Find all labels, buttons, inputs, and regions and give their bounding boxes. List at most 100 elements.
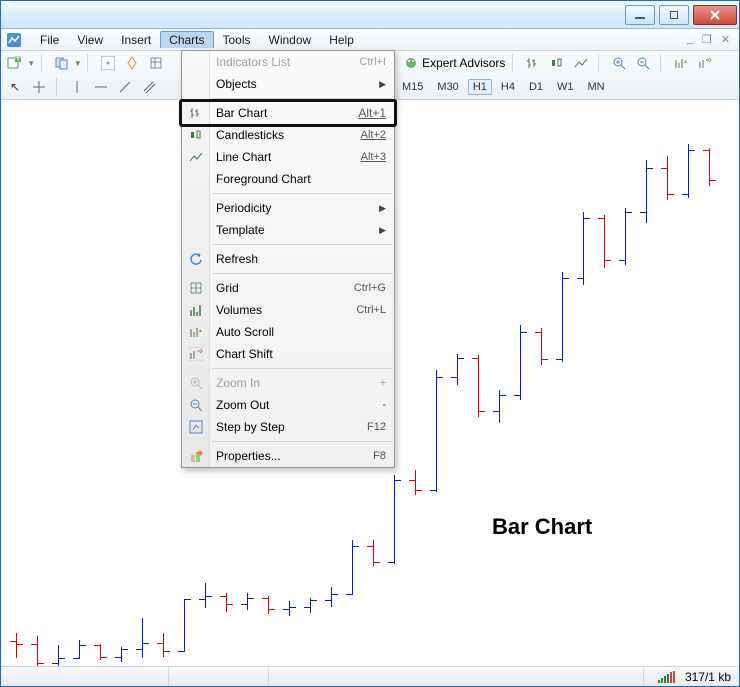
ohlc-bar xyxy=(136,100,150,665)
timeframe-h1[interactable]: H1 xyxy=(468,79,492,95)
profiles-icon[interactable] xyxy=(52,53,72,73)
crosshair-icon[interactable] xyxy=(29,77,49,97)
ohlc-bar xyxy=(619,100,633,665)
ohlc-bar xyxy=(31,100,45,665)
horizontal-line-icon[interactable] xyxy=(91,77,111,97)
grid-icon xyxy=(182,281,210,295)
statusbar: 317/1 kb xyxy=(1,666,739,686)
ohlc-bar xyxy=(514,100,528,665)
bar-chart-icon xyxy=(182,106,210,120)
timeframe-d1[interactable]: D1 xyxy=(524,79,548,95)
highlight-box xyxy=(179,99,397,127)
zoom-in-icon xyxy=(182,376,210,390)
expert-advisors-button[interactable]: Expert Advisors xyxy=(404,56,505,70)
properties-icon xyxy=(182,449,210,463)
ohlc-bar xyxy=(493,100,507,665)
ohlc-bar xyxy=(703,100,717,665)
refresh-icon xyxy=(182,252,210,266)
menubar: File View Insert Charts Tools Window Hel… xyxy=(1,29,739,51)
ohlc-bar xyxy=(556,100,570,665)
menu-bar-chart[interactable]: Bar Chart Alt+1 xyxy=(182,102,394,124)
ohlc-bar xyxy=(661,100,675,665)
menu-autoscroll[interactable]: Auto Scroll xyxy=(182,321,394,343)
autoscroll-icon xyxy=(182,325,210,339)
ohlc-bar xyxy=(73,100,87,665)
menu-insert[interactable]: Insert xyxy=(112,31,160,49)
minimize-button[interactable] xyxy=(625,5,655,25)
menu-objects[interactable]: Objects▶ xyxy=(182,73,394,95)
ohlc-bar xyxy=(94,100,108,665)
menu-periodicity[interactable]: Periodicity▶ xyxy=(182,197,394,219)
menu-window[interactable]: Window xyxy=(260,31,321,49)
navigator-icon[interactable] xyxy=(122,53,142,73)
menu-properties[interactable]: Properties...F8 xyxy=(182,445,394,467)
menu-zoom-out[interactable]: Zoom Out- xyxy=(182,394,394,416)
app-icon xyxy=(5,31,23,49)
cursor-icon[interactable]: ↖ xyxy=(5,77,25,97)
app-window: File View Insert Charts Tools Window Hel… xyxy=(0,0,740,687)
menu-template[interactable]: Template▶ xyxy=(182,219,394,241)
connection-bars-icon xyxy=(658,671,675,683)
maximize-button[interactable] xyxy=(659,5,689,25)
connection-status: 317/1 kb xyxy=(685,670,731,684)
menu-grid[interactable]: GridCtrl+G xyxy=(182,277,394,299)
timeframe-h4[interactable]: H4 xyxy=(496,79,520,95)
vertical-line-icon[interactable] xyxy=(67,77,87,97)
mdi-minimize-button[interactable]: _ xyxy=(684,33,696,46)
mdi-close-button[interactable]: ✕ xyxy=(718,33,733,46)
ohlc-bar xyxy=(115,100,129,665)
zoom-out-icon[interactable] xyxy=(633,53,653,73)
menu-file[interactable]: File xyxy=(31,31,68,49)
equidistant-icon[interactable] xyxy=(139,77,159,97)
bar-chart-icon[interactable] xyxy=(523,53,543,73)
menu-candlesticks[interactable]: CandlesticksAlt+2 xyxy=(182,124,394,146)
mdi-restore-button[interactable]: ❐ xyxy=(699,33,715,46)
data-window-icon[interactable] xyxy=(146,53,166,73)
ohlc-bar xyxy=(451,100,465,665)
menu-charts[interactable]: Charts xyxy=(160,31,213,48)
ohlc-bar xyxy=(682,100,696,665)
menu-view[interactable]: View xyxy=(68,31,112,49)
svg-text:+: + xyxy=(14,55,21,64)
menu-foreground-chart[interactable]: Foreground Chart xyxy=(182,168,394,190)
ohlc-bar xyxy=(157,100,171,665)
ohlc-bar xyxy=(472,100,486,665)
ohlc-bar xyxy=(535,100,549,665)
titlebar xyxy=(1,1,739,29)
trendline-icon[interactable] xyxy=(115,77,135,97)
line-chart-icon[interactable] xyxy=(571,53,591,73)
menu-zoom-in[interactable]: Zoom In+ xyxy=(182,372,394,394)
new-chart-icon[interactable]: + xyxy=(5,53,25,73)
ohlc-bar xyxy=(52,100,66,665)
timeframe-w1[interactable]: W1 xyxy=(552,79,579,95)
line-chart-icon xyxy=(182,150,210,164)
chartshift-icon xyxy=(182,347,210,361)
menu-step-by-step[interactable]: Step by StepF12 xyxy=(182,416,394,438)
market-watch-icon[interactable] xyxy=(98,53,118,73)
charts-dropdown: Indicators ListCtrl+I Objects▶ Bar Chart… xyxy=(181,50,395,468)
chartshift-icon[interactable] xyxy=(695,53,715,73)
ohlc-bar xyxy=(10,100,24,665)
candlestick-icon[interactable] xyxy=(547,53,567,73)
autoscroll-icon[interactable] xyxy=(671,53,691,73)
menu-tools[interactable]: Tools xyxy=(214,31,260,49)
timeframe-mn[interactable]: MN xyxy=(583,79,610,95)
menu-refresh[interactable]: Refresh xyxy=(182,248,394,270)
menu-volumes[interactable]: VolumesCtrl+L xyxy=(182,299,394,321)
menu-indicators-list[interactable]: Indicators ListCtrl+I xyxy=(182,51,394,73)
candlestick-icon xyxy=(182,128,210,142)
menu-line-chart[interactable]: Line ChartAlt+3 xyxy=(182,146,394,168)
menu-chartshift[interactable]: Chart Shift xyxy=(182,343,394,365)
timeframe-m15[interactable]: M15 xyxy=(397,79,428,95)
timeframe-m30[interactable]: M30 xyxy=(432,79,463,95)
zoom-in-icon[interactable] xyxy=(609,53,629,73)
close-button[interactable] xyxy=(693,5,737,25)
ohlc-bar xyxy=(640,100,654,665)
ohlc-bar xyxy=(577,100,591,665)
menu-help[interactable]: Help xyxy=(320,31,363,49)
ohlc-bar xyxy=(598,100,612,665)
volumes-icon xyxy=(182,303,210,317)
expert-advisors-icon xyxy=(404,56,418,70)
ohlc-bar xyxy=(409,100,423,665)
zoom-out-icon xyxy=(182,398,210,412)
